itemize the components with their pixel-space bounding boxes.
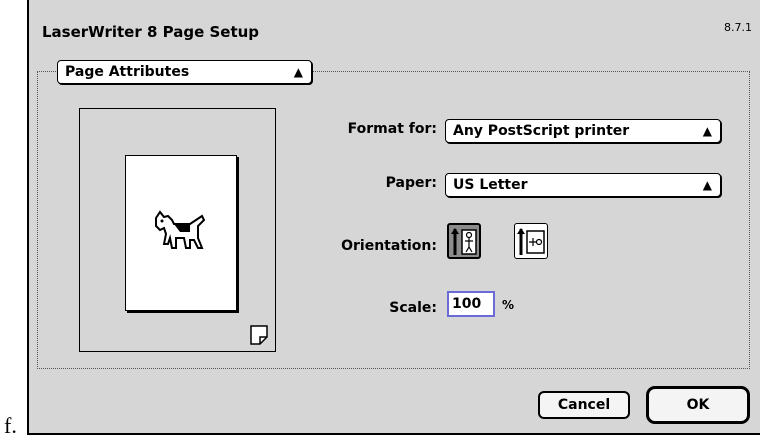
preview-sheet (125, 155, 237, 311)
scale-unit-label: % (502, 298, 515, 312)
scale-label: Scale: (389, 300, 437, 316)
popup-arrows-icon: ▲︎ (702, 124, 712, 138)
landscape-orientation-icon (517, 228, 545, 255)
panel-popup-menu[interactable]: Page Attributes ▲︎ (57, 60, 312, 84)
page-setup-dialog: LaserWriter 8 Page Setup 8.7.1 Page Attr… (27, 0, 760, 435)
scale-input[interactable]: 100 (447, 291, 495, 317)
paper-popup[interactable]: US Letter ▲︎ (445, 173, 721, 197)
popup-arrows-icon: ▲︎ (702, 178, 712, 192)
format-for-label: Format for: (347, 121, 437, 137)
ok-button-label: OK (686, 397, 710, 413)
page-corner-icon (250, 325, 268, 345)
orientation-label: Orientation: (341, 238, 437, 254)
paper-value: US Letter (453, 177, 528, 193)
portrait-orientation-button[interactable] (447, 223, 481, 259)
cancel-button[interactable]: Cancel (538, 391, 630, 419)
format-for-popup[interactable]: Any PostScript printer ▲︎ (445, 119, 721, 143)
ok-button[interactable]: OK (646, 386, 750, 424)
page-preview (79, 108, 276, 352)
dogcow-icon (155, 210, 206, 249)
popup-arrows-icon: ▲︎ (293, 65, 303, 79)
panel-popup-label: Page Attributes (65, 64, 190, 80)
portrait-orientation-icon (451, 228, 477, 255)
version-label: 8.7.1 (724, 21, 752, 34)
format-for-value: Any PostScript printer (453, 123, 630, 139)
landscape-orientation-button[interactable] (514, 223, 548, 259)
paper-label: Paper: (385, 175, 437, 191)
figure-caption: f. (4, 413, 17, 438)
dialog-title: LaserWriter 8 Page Setup (42, 23, 260, 41)
